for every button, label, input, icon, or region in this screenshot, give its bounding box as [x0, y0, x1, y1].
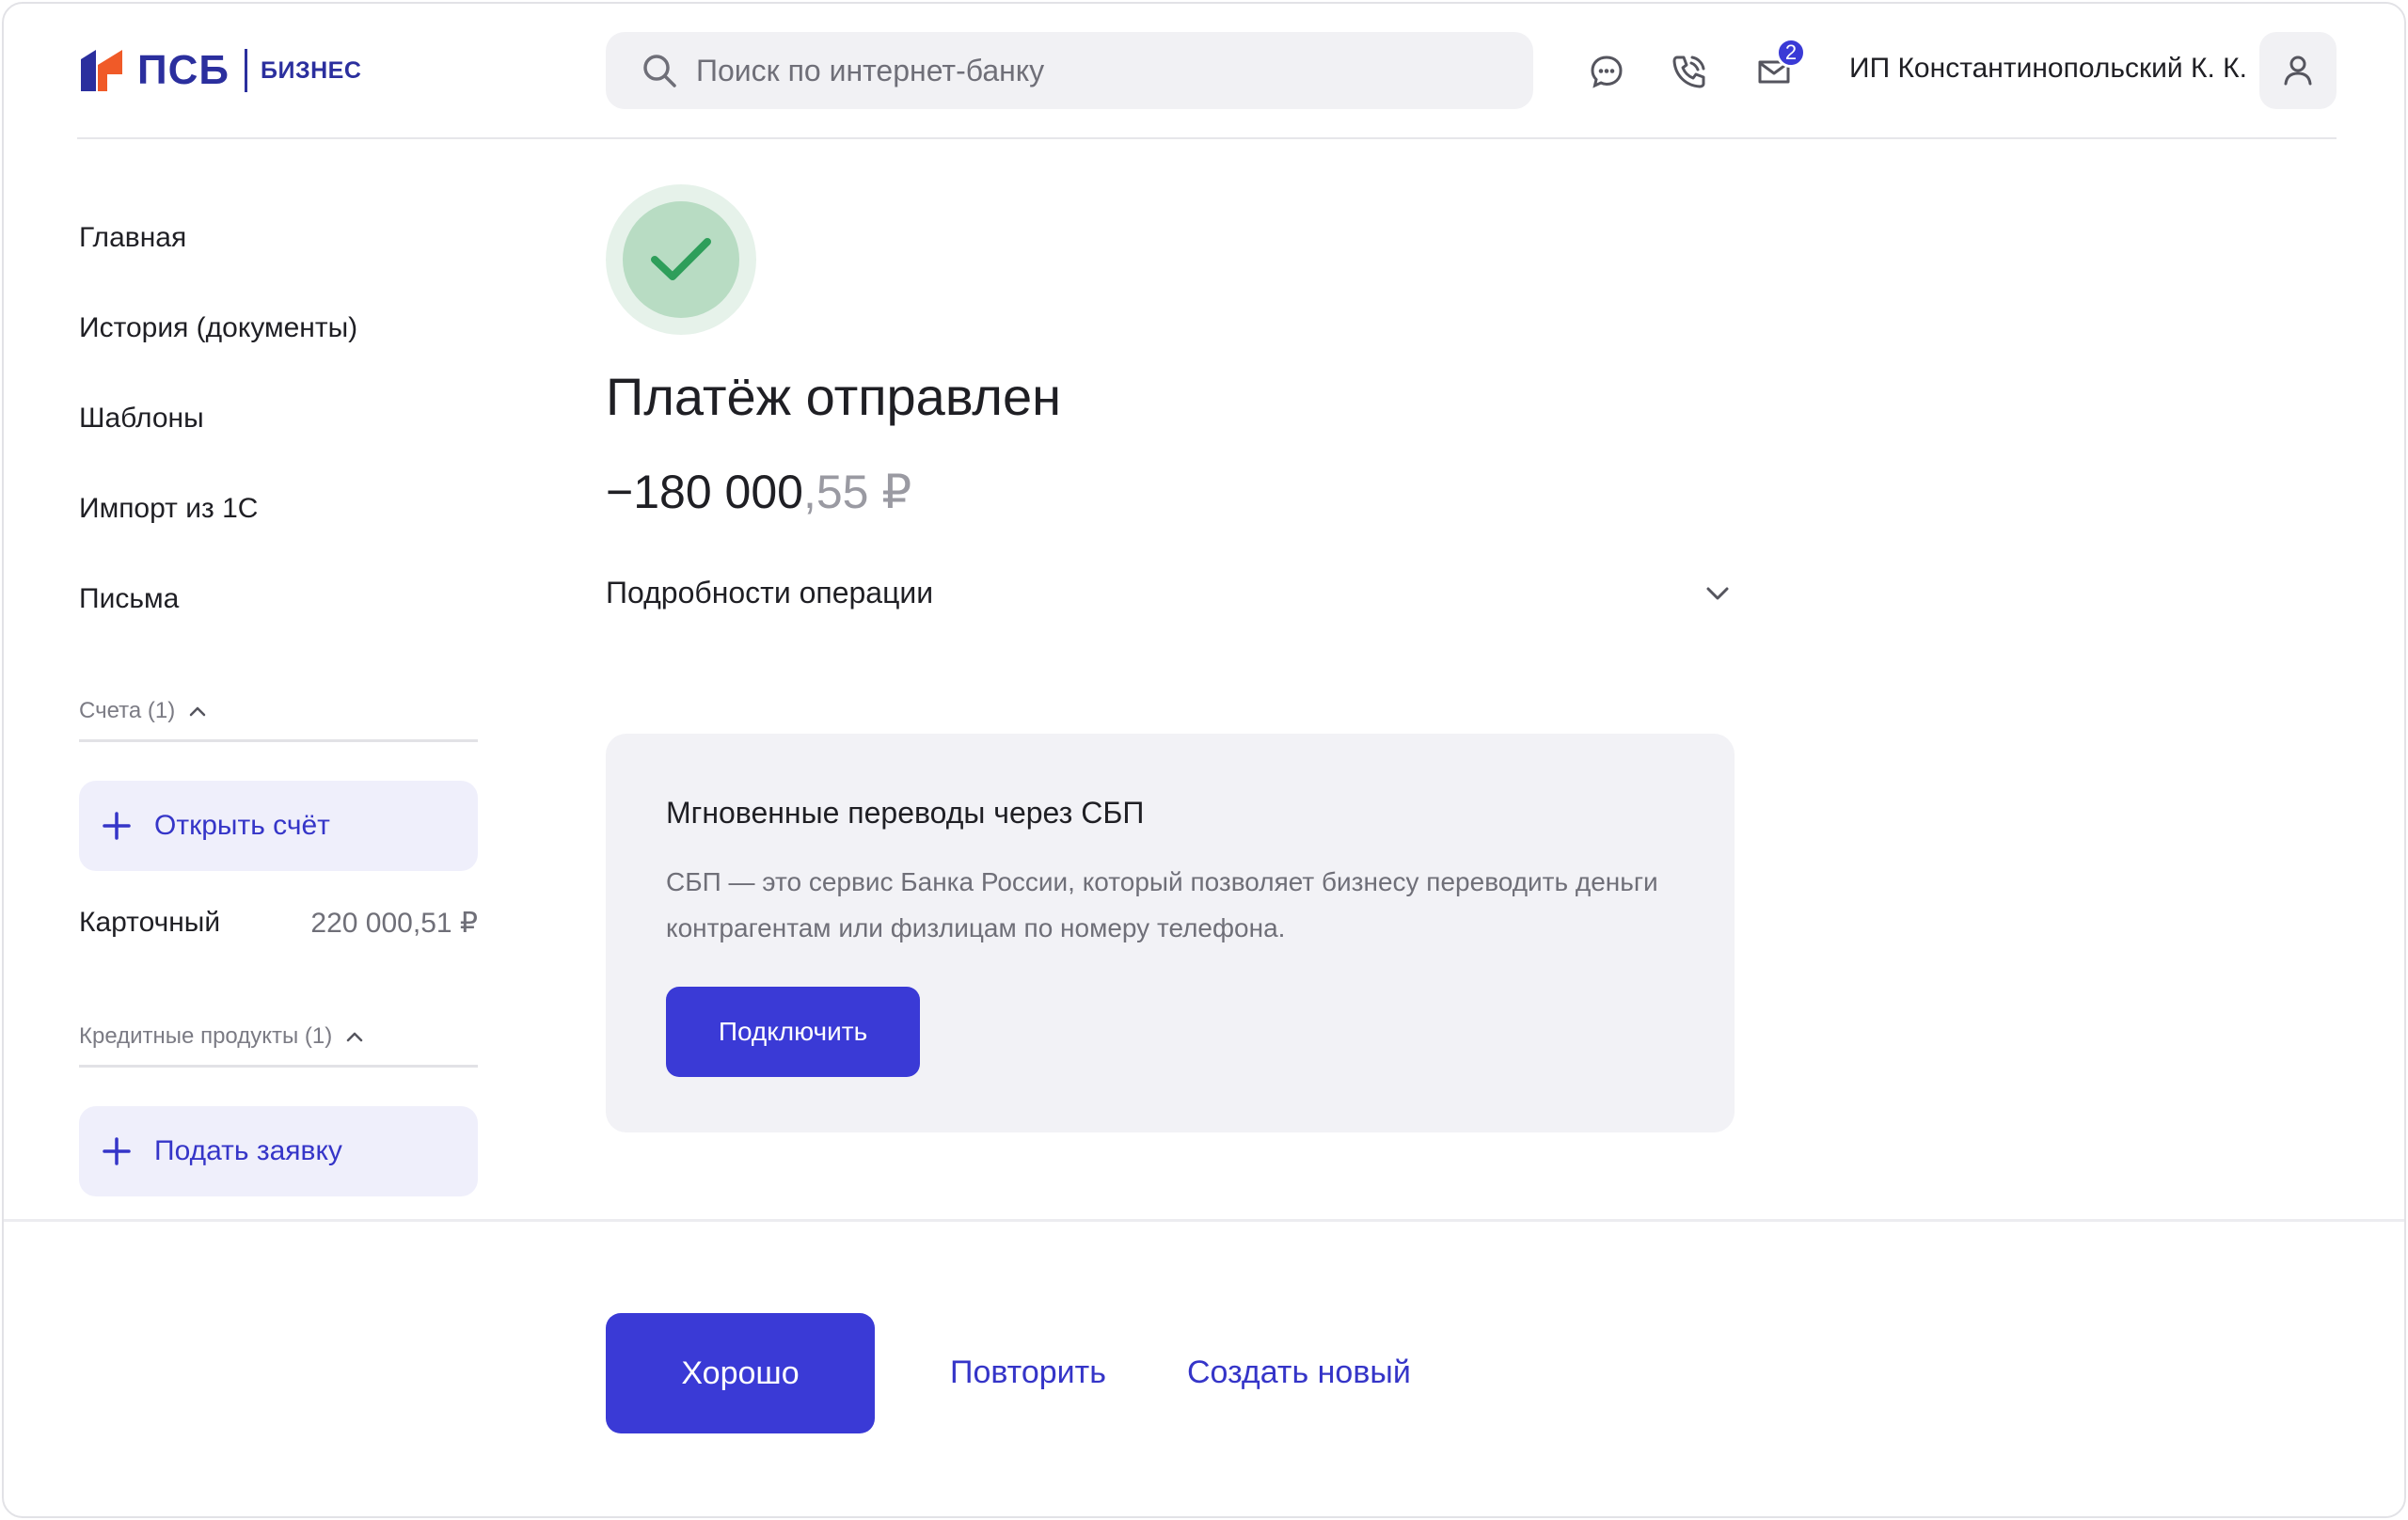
search-icon [643, 55, 676, 87]
sidebar-item-templates[interactable]: Шаблоны [79, 403, 204, 435]
call-button[interactable] [1669, 51, 1710, 92]
sidebar-item-letters[interactable]: Письма [79, 583, 179, 615]
apply-credit-label: Подать заявку [154, 1135, 342, 1166]
user-name[interactable]: ИП Константинопольский К. К. [1849, 53, 2247, 85]
brand-logo[interactable]: ПСБ БИЗНЕС [77, 45, 361, 96]
operation-details-toggle[interactable]: Подробности операции [606, 576, 1731, 610]
footer-divider [4, 1219, 2404, 1222]
promo-title: Мгновенные переводы через СБП [666, 796, 1145, 830]
apply-credit-button[interactable]: Подать заявку [79, 1106, 478, 1196]
psb-logo-icon [81, 50, 122, 91]
app-window: ПСБ БИЗНЕС 2 ИП Константинопольский К. К… [2, 2, 2406, 1518]
sidebar-item-import-1c[interactable]: Импорт из 1С [79, 493, 258, 525]
accounts-section-toggle[interactable]: Счета (1) [79, 698, 207, 724]
sbp-promo-card: Мгновенные переводы через СБП СБП — это … [606, 734, 1735, 1132]
account-name: Карточный [79, 907, 221, 938]
account-balance: 220 000,51 ₽ [310, 908, 478, 939]
open-account-button[interactable]: Открыть счёт [79, 781, 478, 871]
brand-name: ПСБ [137, 47, 230, 93]
logo-divider [245, 49, 248, 92]
page-title: Платёж отправлен [606, 367, 1062, 426]
brand-sub: БИЗНЕС [261, 56, 362, 84]
details-label: Подробности операции [606, 576, 934, 610]
credit-section-title: Кредитные продукты (1) [79, 1023, 333, 1049]
chat-button[interactable] [1586, 51, 1627, 92]
phone-icon [1672, 55, 1705, 88]
success-indicator [606, 184, 756, 335]
accounts-section-title: Счета (1) [79, 698, 176, 723]
user-icon [2284, 55, 2312, 86]
sidebar-item-home[interactable]: Главная [79, 222, 186, 254]
avatar[interactable] [2259, 32, 2337, 109]
plus-icon [103, 1137, 131, 1165]
search-bar[interactable] [606, 32, 1533, 109]
open-account-label: Открыть счёт [154, 810, 330, 841]
checkmark-icon [651, 238, 711, 280]
account-row[interactable]: Карточный 220 000,51 ₽ [79, 907, 478, 940]
repeat-button[interactable]: Повторить [950, 1354, 1106, 1391]
amount-fraction: ,55 ₽ [802, 466, 912, 518]
accounts-divider [79, 739, 478, 742]
chat-icon [1591, 55, 1623, 88]
notification-badge: 2 [1776, 38, 1806, 68]
create-new-button[interactable]: Создать новый [1187, 1354, 1411, 1391]
payment-amount: −180 000,55 ₽ [606, 465, 911, 519]
promo-text: СБП — это сервис Банка России, который п… [666, 867, 1658, 942]
amount-integer: −180 000 [606, 466, 803, 518]
ok-button[interactable]: Хорошо [606, 1313, 875, 1433]
credit-section-toggle[interactable]: Кредитные продукты (1) [79, 1023, 364, 1050]
credit-divider [79, 1065, 478, 1068]
chevron-up-icon [347, 1032, 363, 1042]
header-divider [77, 137, 2337, 139]
plus-icon [103, 812, 131, 840]
connect-sbp-button[interactable]: Подключить [666, 987, 920, 1077]
chevron-down-icon [1706, 587, 1729, 599]
success-inner [623, 201, 739, 318]
sidebar-item-history[interactable]: История (документы) [79, 312, 357, 344]
chevron-up-icon [189, 706, 206, 717]
search-input[interactable] [696, 53, 1449, 88]
